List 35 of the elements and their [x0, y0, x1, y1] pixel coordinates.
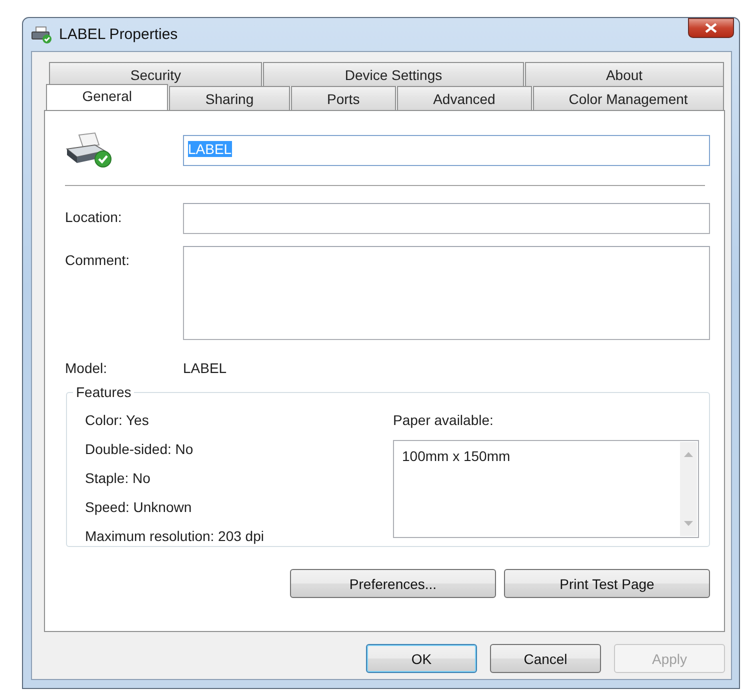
scroll-down-icon: [684, 521, 693, 526]
features-title: Features: [73, 384, 134, 400]
dialog-button[interactable]: OK: [366, 644, 477, 673]
tab[interactable]: Sharing: [169, 86, 290, 110]
feature-text: Speed: Unknown: [85, 498, 193, 517]
tab[interactable]: General: [46, 84, 168, 110]
printer-icon: [31, 26, 53, 44]
location-field[interactable]: [183, 203, 710, 234]
location-label: Location:: [65, 208, 123, 225]
tab[interactable]: About: [524, 62, 724, 86]
feature-text: Maximum resolution: 203 dpi: [85, 527, 265, 546]
close-button[interactable]: [688, 18, 734, 38]
dialog-button[interactable]: Cancel: [490, 644, 601, 673]
close-icon: [705, 23, 717, 33]
feature-text: Staple: No: [85, 469, 152, 488]
tab[interactable]: Advanced: [396, 86, 532, 110]
tab[interactable]: Security: [49, 62, 262, 86]
model-value: LABEL: [183, 360, 227, 376]
window-title: LABEL Properties: [59, 26, 178, 43]
model-label: Model:: [65, 360, 108, 376]
panel-button[interactable]: Print Test Page: [504, 569, 710, 598]
scroll-up-icon: [684, 452, 693, 457]
paper-list[interactable]: 100mm x 150mm: [393, 440, 699, 538]
paper-item[interactable]: 100mm x 150mm: [402, 448, 671, 464]
panel-button[interactable]: Preferences...: [290, 569, 496, 598]
scrollbar[interactable]: [680, 442, 697, 536]
printer-name-text: LABEL: [188, 140, 232, 156]
comment-label: Comment:: [65, 251, 131, 268]
tab[interactable]: Device Settings: [263, 62, 524, 86]
tab[interactable]: Color Management: [532, 86, 724, 110]
paper-available-label: Paper available:: [393, 411, 494, 430]
comment-field[interactable]: [183, 246, 710, 340]
feature-text: Color: Yes: [85, 411, 150, 430]
feature-text: Double-sided: No: [85, 440, 194, 459]
tab[interactable]: Ports: [290, 86, 396, 110]
